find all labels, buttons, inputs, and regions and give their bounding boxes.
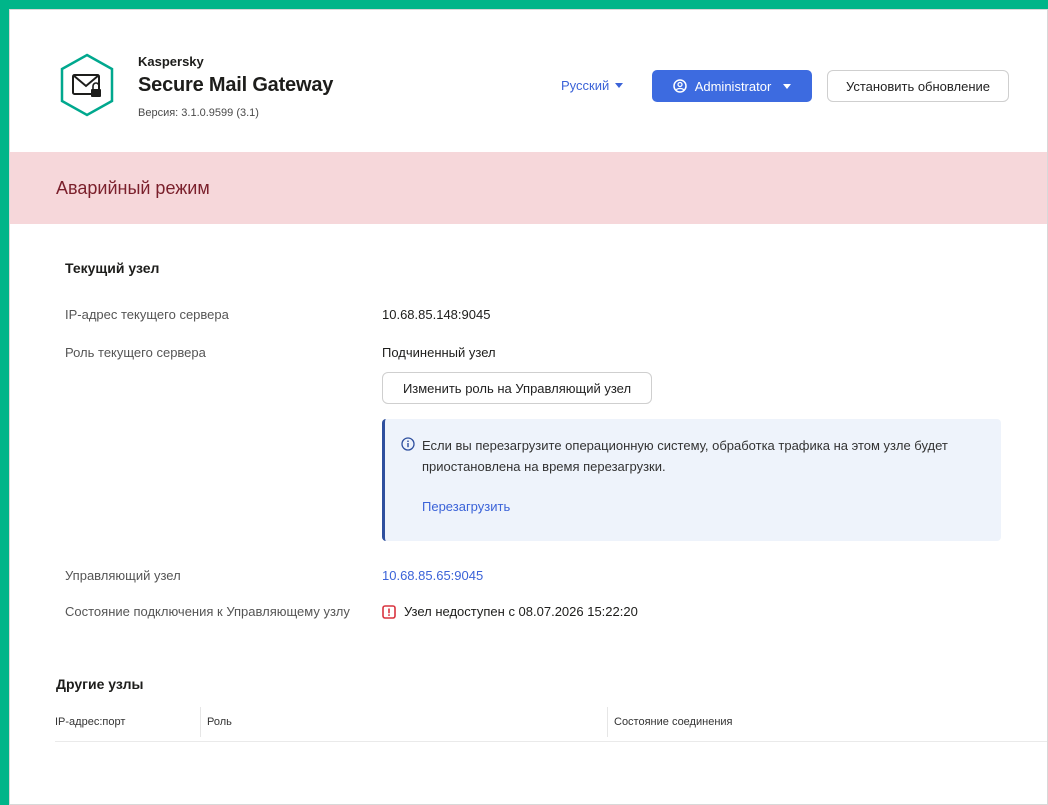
connection-status-text: Узел недоступен с 08.07.2026 15:22:20: [404, 604, 638, 619]
product-name: Secure Mail Gateway: [138, 74, 334, 96]
other-nodes-table-header: IP-адрес:порт Роль Состояние соединения: [55, 707, 1047, 742]
role-label: Роль текущего сервера: [65, 345, 206, 360]
manager-node-link[interactable]: 10.68.85.65:9045: [382, 568, 483, 583]
chevron-down-icon: [615, 83, 624, 88]
app-window: Kaspersky Secure Mail Gateway Версия: 3.…: [9, 9, 1048, 805]
info-circle-icon: [401, 437, 415, 451]
connection-state-label: Состояние подключения к Управляющему узл…: [65, 604, 350, 619]
manager-node-label: Управляющий узел: [65, 568, 181, 583]
banner-title: Аварийный режим: [56, 177, 210, 198]
error-square-icon: [382, 604, 396, 619]
user-name: Administrator: [694, 78, 772, 94]
language-selector[interactable]: Русский: [561, 78, 624, 93]
column-header-connection-state[interactable]: Состояние соединения: [614, 716, 733, 728]
column-divider: [607, 707, 608, 737]
reboot-info-text: Если вы перезагрузите операционную систе…: [422, 438, 948, 474]
connection-status: Узел недоступен с 08.07.2026 15:22:20: [382, 604, 638, 619]
other-nodes-title: Другие узлы: [56, 676, 144, 692]
chevron-down-icon: [783, 83, 792, 89]
column-header-ip-port[interactable]: IP-адрес:порт: [55, 716, 125, 728]
brand-vendor: Kaspersky: [138, 54, 204, 69]
column-header-role[interactable]: Роль: [207, 716, 232, 728]
user-circle-icon: [672, 79, 687, 93]
column-divider: [200, 707, 201, 737]
install-update-button[interactable]: Установить обновление: [827, 70, 1009, 102]
language-label: Русский: [561, 78, 610, 93]
product-version: Версия: 3.1.0.9599 (3.1): [138, 107, 259, 119]
role-value: Подчиненный узел: [382, 345, 496, 360]
product-logo-icon: [58, 52, 116, 118]
user-menu-button[interactable]: Administrator: [652, 70, 812, 102]
current-node-title: Текущий узел: [65, 260, 160, 276]
ip-label: IP-адрес текущего сервера: [65, 307, 229, 322]
change-role-button[interactable]: Изменить роль на Управляющий узел: [382, 372, 652, 404]
emergency-mode-banner: Аварийный режим: [10, 152, 1047, 224]
ip-value: 10.68.85.148:9045: [382, 307, 491, 322]
reboot-info-box: Если вы перезагрузите операционную систе…: [382, 419, 1001, 541]
reboot-link[interactable]: Перезагрузить: [422, 499, 510, 514]
